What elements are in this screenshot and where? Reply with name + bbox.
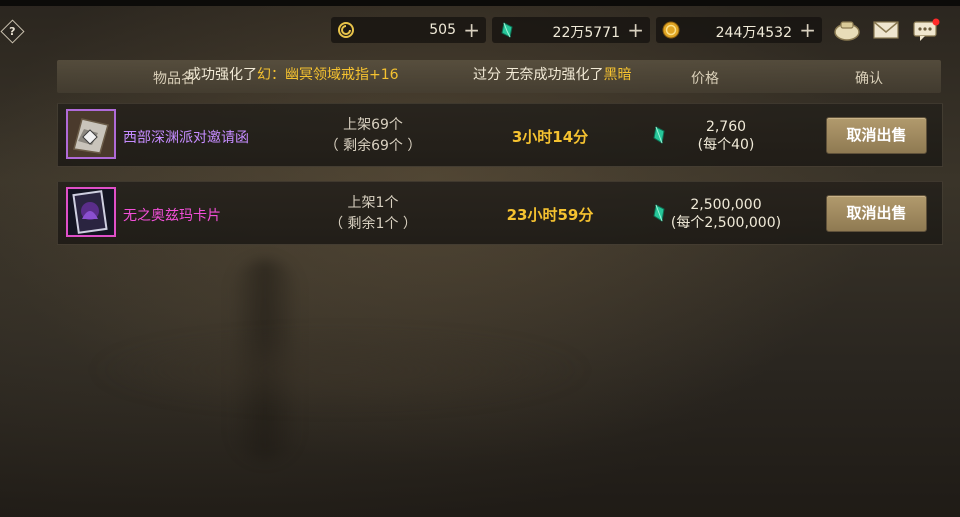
item-name: 无之奥兹玛卡片 [123,208,221,224]
top-border [0,0,960,6]
cancel-sale-button[interactable]: 取消出售 [826,195,927,232]
currency-spiral: 505 + [331,17,486,43]
column-confirm: 确认 [855,71,883,87]
price: 2,500,000 (每个2,500,000) [670,197,782,231]
time-left: 3小时14分 [511,128,589,146]
broadcast-notice: 过分 无奈成功强化了黑暗 [473,67,632,83]
invitation-icon [68,111,114,157]
green-gem-icon [501,22,513,38]
add-currency-button[interactable]: + [627,18,644,42]
table-row[interactable]: 无之奥兹玛卡片 上架1个 （ 剩余1个 ） 23小时59分 2,500,000 … [57,181,943,245]
cancel-sale-button[interactable]: 取消出售 [826,117,927,154]
broadcast-notice: 成功强化了幻：幽冥领域戒指+16 [187,67,399,83]
currency-gold: 244万4532 + [656,17,822,43]
table-header: 物品名 价格 确认 成功强化了幻：幽冥领域戒指+16 过分 无奈成功强化了黑暗 [57,60,941,93]
item-icon [66,187,116,237]
item-icon [66,109,116,159]
mail-icon[interactable] [872,18,900,42]
add-currency-button[interactable]: + [463,18,480,42]
item-name: 西部深渊派对邀请函 [123,130,249,146]
stock-info: 上架69个 （ 剩余69个 ） [324,117,422,154]
column-price: 价格 [691,71,719,87]
currency-gem: 22万5771 + [492,17,650,43]
stock-info: 上架1个 （ 剩余1个 ） [329,195,417,232]
help-icon: ? [0,18,25,44]
add-currency-button[interactable]: + [799,18,816,42]
card-icon [68,189,114,235]
price: 2,760 (每个40) [697,119,755,153]
table-row[interactable]: 西部深渊派对邀请函 上架69个 （ 剩余69个 ） 3小时14分 2,760 (… [57,103,943,167]
help-button[interactable]: ? [0,18,25,44]
spiral-coin-icon [338,22,354,38]
gold-coin-icon [662,21,680,39]
chat-notification-icon[interactable] [912,18,940,42]
background-decor [90,330,590,410]
time-left: 23小时59分 [506,206,594,224]
pouch-icon[interactable] [833,18,861,42]
